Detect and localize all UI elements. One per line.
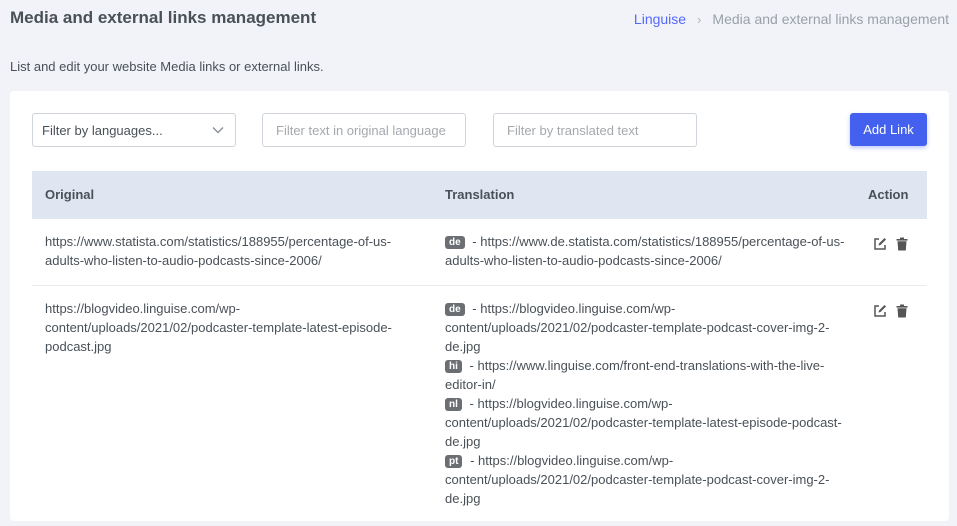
row-actions [872, 236, 909, 251]
dash: - [470, 453, 475, 468]
edit-icon[interactable] [872, 236, 887, 251]
language-filter-select[interactable]: Filter by languages... [32, 113, 236, 147]
translated-url: https://blogvideo.linguise.com/wp-conten… [445, 301, 830, 354]
dash: - [469, 358, 474, 373]
table-row: https://blogvideo.linguise.com/wp-conten… [32, 286, 927, 526]
translated-url: https://www.de.statista.com/statistics/1… [445, 234, 845, 268]
breadcrumb-root-link[interactable]: Linguise [634, 11, 686, 27]
language-badge: hi [445, 360, 462, 373]
links-card: Filter by languages... Filter text in or… [10, 91, 949, 521]
add-link-button[interactable]: Add Link [850, 113, 927, 146]
language-badge: pt [445, 455, 463, 468]
table-row: https://www.statista.com/statistics/1889… [32, 219, 927, 286]
column-header-translation[interactable]: Translation [445, 187, 514, 202]
translation-entry: de - https://blogvideo.linguise.com/wp-c… [445, 299, 850, 356]
original-text-filter-input[interactable]: Filter text in original language [262, 113, 466, 147]
breadcrumb-separator: › [697, 11, 702, 27]
translation-entry: pt - https://blogvideo.linguise.com/wp-c… [445, 451, 850, 508]
trash-icon[interactable] [894, 303, 909, 318]
original-url: https://www.statista.com/statistics/1889… [45, 234, 392, 268]
page-title: Media and external links management [10, 8, 317, 27]
edit-icon[interactable] [872, 303, 887, 318]
column-header-original[interactable]: Original [45, 187, 94, 202]
translated-url: https://www.linguise.com/front-end-trans… [445, 358, 825, 392]
dash: - [472, 234, 477, 249]
translation-cell: de - https://www.de.statista.com/statist… [445, 232, 850, 270]
original-url: https://blogvideo.linguise.com/wp-conten… [45, 301, 392, 354]
chevron-down-icon [212, 123, 226, 137]
translated-url: https://blogvideo.linguise.com/wp-conten… [445, 453, 830, 506]
language-filter-value: Filter by languages... [42, 122, 163, 138]
breadcrumb-current: Media and external links management [712, 11, 949, 27]
original-text-filter-placeholder: Filter text in original language [276, 122, 446, 138]
breadcrumb: Linguise › Media and external links mana… [634, 11, 949, 27]
translated-text-filter-input[interactable]: Filter by translated text [493, 113, 697, 147]
language-badge: nl [445, 398, 462, 411]
trash-icon[interactable] [894, 236, 909, 251]
column-header-action: Action [868, 187, 909, 202]
translated-text-filter-placeholder: Filter by translated text [507, 122, 639, 138]
dash: - [472, 301, 477, 316]
language-badge: de [445, 303, 465, 316]
language-badge: de [445, 236, 465, 249]
page-subtitle: List and edit your website Media links o… [10, 59, 324, 74]
translation-entry: de - https://www.de.statista.com/statist… [445, 232, 850, 270]
translation-entry: nl - https://blogvideo.linguise.com/wp-c… [445, 394, 850, 451]
dash: - [469, 396, 474, 411]
translation-cell: de - https://blogvideo.linguise.com/wp-c… [445, 299, 850, 508]
table-header: Original Translation Action [32, 171, 927, 219]
row-actions [872, 303, 909, 318]
translated-url: https://blogvideo.linguise.com/wp-conten… [445, 396, 842, 449]
translation-entry: hi - https://www.linguise.com/front-end-… [445, 356, 850, 394]
